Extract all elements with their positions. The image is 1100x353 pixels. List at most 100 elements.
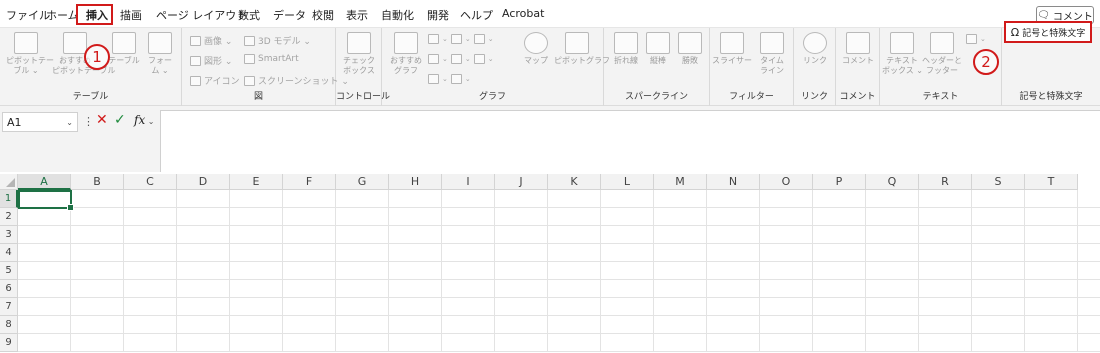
column-header-H[interactable]: H [389,174,442,190]
formula-bar: A1 ⌄ ⋮ ✕ ✓ fx ⌄ [0,106,1100,172]
symbol-special-char-button[interactable]: Ω 記号と特殊文字 [1004,21,1092,43]
map-button[interactable]: マップ [516,32,556,66]
sparkline-winloss-button[interactable]: 勝敗 [670,32,710,66]
menu-tab-0[interactable]: ファイル [6,7,50,23]
row-header-3[interactable]: 3 [0,226,18,244]
insert-function-icon[interactable]: fx ⌄ [134,113,154,127]
column-header-O[interactable]: O [760,174,813,190]
forms-button[interactable]: フォー ム ⌄ [140,32,180,76]
ribbon-group-filters: スライサー タイム ライン フィルター [710,28,794,106]
group-label-table: テーブル [72,92,109,102]
grid-line [18,225,1100,226]
active-cell-a1[interactable] [18,190,74,211]
grid-line [812,190,813,352]
pivotchart-button[interactable]: ピボットグラフ [554,32,610,66]
forms-label: フォー ム ⌄ [148,56,172,75]
image-button[interactable]: 画像 ⌄ [190,34,232,47]
column-header-S[interactable]: S [972,174,1025,190]
smartart-button[interactable]: SmartArt [244,54,299,64]
header-footer-button[interactable]: ヘッダーと フッター [922,32,962,76]
menu-tab-1[interactable]: ホーム [46,7,79,23]
grid-line [335,190,336,352]
menu-tab-3[interactable]: 描画 [120,7,142,23]
column-header-J[interactable]: J [495,174,548,190]
column-header-T[interactable]: T [1025,174,1078,190]
formula-input[interactable] [160,110,1100,172]
callout-circle-1: 1 [84,44,110,70]
shapes-button[interactable]: 図形 ⌄ [190,54,232,67]
row-header-9[interactable]: 9 [0,334,18,352]
recommended-charts-button[interactable]: おすすめ グラフ [386,32,426,76]
column-header-L[interactable]: L [601,174,654,190]
map-label: マップ [524,56,548,65]
menu-tab-7[interactable]: 校閲 [312,7,334,23]
group-label-comments: コメント [839,92,876,102]
cancel-icon[interactable]: ✕ [96,112,108,128]
menu-tab-5[interactable]: 数式 [238,7,260,23]
column-header-Q[interactable]: Q [866,174,919,190]
column-header-B[interactable]: B [71,174,124,190]
column-header-C[interactable]: C [124,174,177,190]
checkbox-button[interactable]: チェック ボックス [339,32,379,76]
grid-line [600,190,601,352]
column-header-I[interactable]: I [442,174,495,190]
screenshot-button[interactable]: スクリーンショット ⌄ [244,74,349,87]
row-header-2[interactable]: 2 [0,208,18,226]
column-header-R[interactable]: R [919,174,972,190]
grid-line [759,190,760,352]
menu-bar: ファイル ホーム 挿入 描画 ページ レイアウト 数式 データ 校閲 表示 自動化 開発 ヘルプ Acr… [0,0,1100,28]
name-box[interactable]: A1 ⌄ [2,112,78,132]
3d-model-button[interactable]: 3D モデル ⌄ [244,34,311,47]
row-header-8[interactable]: 8 [0,316,18,334]
column-header-A[interactable]: A [18,174,71,190]
icons-button[interactable]: アイコン [190,74,240,87]
textbox-button[interactable]: テキスト ボックス ⌄ [882,32,923,76]
row-header-4[interactable]: 4 [0,244,18,262]
row-header-1[interactable]: 1 [0,190,18,208]
pivottable-label: ピボットテー ブル ⌄ [6,56,54,75]
group-label-links: リンク [800,92,828,102]
spreadsheet-grid[interactable]: ABCDEFGHIJKLMNOPQRST 123456789 [0,174,1100,353]
pivottable-button[interactable]: ピボットテー ブル ⌄ [6,32,54,76]
link-button[interactable]: リンク [795,32,835,66]
line-chart-button[interactable]: ⌄ ⌄ ⌄ [428,54,494,64]
column-header-G[interactable]: G [336,174,389,190]
pie-chart-button[interactable]: ⌄ ⌄ [428,74,471,84]
image-icon [190,35,201,46]
menu-tab-10[interactable]: 開発 [427,7,449,23]
column-header-M[interactable]: M [654,174,707,190]
column-header-F[interactable]: F [283,174,336,190]
callout-circle-2: 2 [973,49,999,75]
menu-tab-12[interactable]: Acrobat [502,7,544,20]
timeline-button[interactable]: タイム ライン [752,32,792,76]
column-header-N[interactable]: N [707,174,760,190]
menu-tab-6[interactable]: データ [273,7,306,23]
grid-line [653,190,654,352]
icons-icon [190,75,201,86]
column-header-P[interactable]: P [813,174,866,190]
insert-comment-button[interactable]: コメント [838,32,878,66]
text-more-button[interactable]: ⌄ [966,34,986,44]
row-header-5[interactable]: 5 [0,262,18,280]
column-header-D[interactable]: D [177,174,230,190]
row-header-6[interactable]: 6 [0,280,18,298]
checkbox-label: チェック ボックス [343,56,375,75]
grid-line [441,190,442,352]
column-header-E[interactable]: E [230,174,283,190]
row-header-7[interactable]: 7 [0,298,18,316]
link-label: リンク [803,56,827,65]
ribbon-group-sparklines: 折れ線 縦棒 勝敗 スパークライン [604,28,710,106]
grid-line [18,333,1100,334]
menu-tab-9[interactable]: 自動化 [381,7,414,23]
menu-tab-4[interactable]: ページ レイアウト [156,7,247,23]
icons-label: アイコン [204,77,240,87]
enter-check-icon[interactable]: ✓ [114,112,126,128]
menu-tab-8[interactable]: 表示 [346,7,368,23]
column-chart-button[interactable]: ⌄ ⌄ ⌄ [428,34,494,44]
menu-tab-11[interactable]: ヘルプ [460,7,493,23]
table-button[interactable]: テーブル [104,32,144,66]
3d-model-icon [244,35,255,46]
select-all-corner[interactable] [0,174,18,190]
column-header-K[interactable]: K [548,174,601,190]
slicer-button[interactable]: スライサー [712,32,752,66]
